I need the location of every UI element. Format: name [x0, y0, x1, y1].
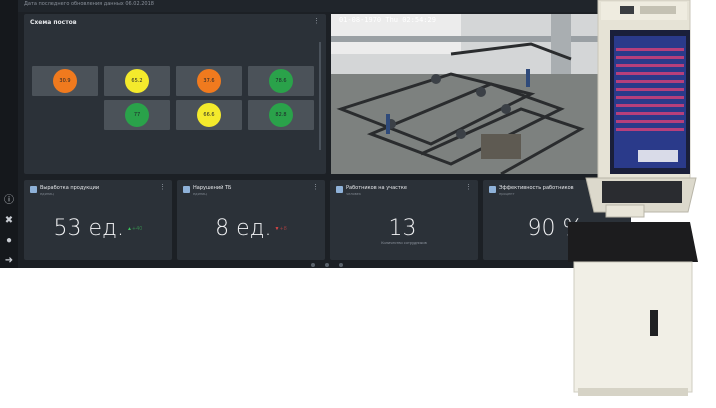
card-value: 53 ед. ▲+40	[24, 216, 172, 241]
camera-timestamp: 01-08-1970 Thu 02:54:29	[339, 16, 436, 24]
card-subtitle: человек	[346, 192, 361, 196]
card-subtitle: процент	[499, 192, 515, 196]
post-indicator: 66.6	[197, 103, 221, 127]
post-tile[interactable]: 65.2	[104, 66, 170, 96]
post-indicator: 78.6	[269, 69, 293, 93]
card-title: Выработка продукции	[40, 185, 100, 191]
hexagon-icon	[30, 186, 37, 193]
hexagon-icon	[489, 186, 496, 193]
camera-feed[interactable]: 01-08-1970 Thu 02:54:29	[331, 14, 600, 174]
workshop-video-image	[331, 14, 600, 174]
logout-icon[interactable]: ➜	[3, 255, 15, 267]
post-tile[interactable]: 37.6	[176, 66, 242, 96]
post-indicator: 77	[125, 103, 149, 127]
info-icon[interactable]: ⓘ	[3, 195, 15, 207]
post-tile[interactable]: 66.6	[176, 100, 242, 130]
kpi-card: Нарушений ТБ единиц ⋮ 8 ед. ▼+8	[177, 180, 325, 260]
posts-scheme-panel: Схема постов ⋮ 30.9 65.2 37.6 78.6 77 66.6 82.…	[24, 14, 326, 174]
kiosk-terminal-image	[568, 0, 698, 396]
more-icon[interactable]: ⋮	[465, 183, 472, 191]
dashboard-screen: ⓘ ✖ ● ➜ Дата последнего обновления данны…	[0, 0, 631, 268]
card-value: 8 ед. ▼+8	[177, 216, 325, 241]
card-title: Работников на участке	[346, 185, 407, 191]
panel-title: Схема постов	[30, 19, 77, 26]
pager-dot[interactable]	[311, 263, 315, 267]
post-indicator: 82.8	[269, 103, 293, 127]
card-value-text: 8 ед.	[215, 216, 272, 241]
more-icon[interactable]: ⋮	[159, 183, 166, 191]
scrollbar[interactable]	[319, 42, 321, 150]
post-tile[interactable]: 30.9	[32, 66, 98, 96]
tools-icon[interactable]: ✖	[3, 215, 15, 227]
card-delta: ▲+40	[126, 226, 143, 232]
more-icon[interactable]: ⋮	[312, 183, 319, 191]
more-icon[interactable]: ⋮	[313, 17, 320, 25]
post-indicator: 30.9	[53, 69, 77, 93]
hexagon-icon	[183, 186, 190, 193]
kpi-card: Выработка продукции единиц ⋮ 53 ед. ▲+40	[24, 180, 172, 260]
card-delta: ▼+8	[274, 226, 287, 232]
card-value: 13	[330, 216, 478, 241]
post-indicator: 37.6	[197, 69, 221, 93]
card-value-text: 53 ед.	[53, 216, 124, 241]
pager-dot[interactable]	[325, 263, 329, 267]
kpi-card: Работников на участке человек ⋮ 13 Количеств…	[330, 180, 478, 260]
post-tile[interactable]: 78.6	[248, 66, 314, 96]
card-subtitle: единиц	[193, 192, 207, 196]
update-text: Дата последнего обновления данных 06.02.…	[24, 1, 154, 7]
card-subtitle: единиц	[40, 192, 54, 196]
post-tile[interactable]: 77	[104, 100, 170, 130]
card-value-text: 13	[388, 216, 417, 241]
card-title: Нарушений ТБ	[193, 185, 232, 191]
top-bar: Дата последнего обновления данных 06.02.…	[18, 0, 600, 12]
post-indicator: 65.2	[125, 69, 149, 93]
user-icon[interactable]: ●	[3, 235, 15, 247]
post-tile[interactable]: 82.8	[248, 100, 314, 130]
hexagon-icon	[336, 186, 343, 193]
sidebar: ⓘ ✖ ● ➜	[0, 0, 18, 268]
pager-dot[interactable]	[339, 263, 343, 267]
card-title: Эффективность работников	[499, 185, 574, 191]
card-description: Количество сотрудников	[381, 240, 427, 245]
